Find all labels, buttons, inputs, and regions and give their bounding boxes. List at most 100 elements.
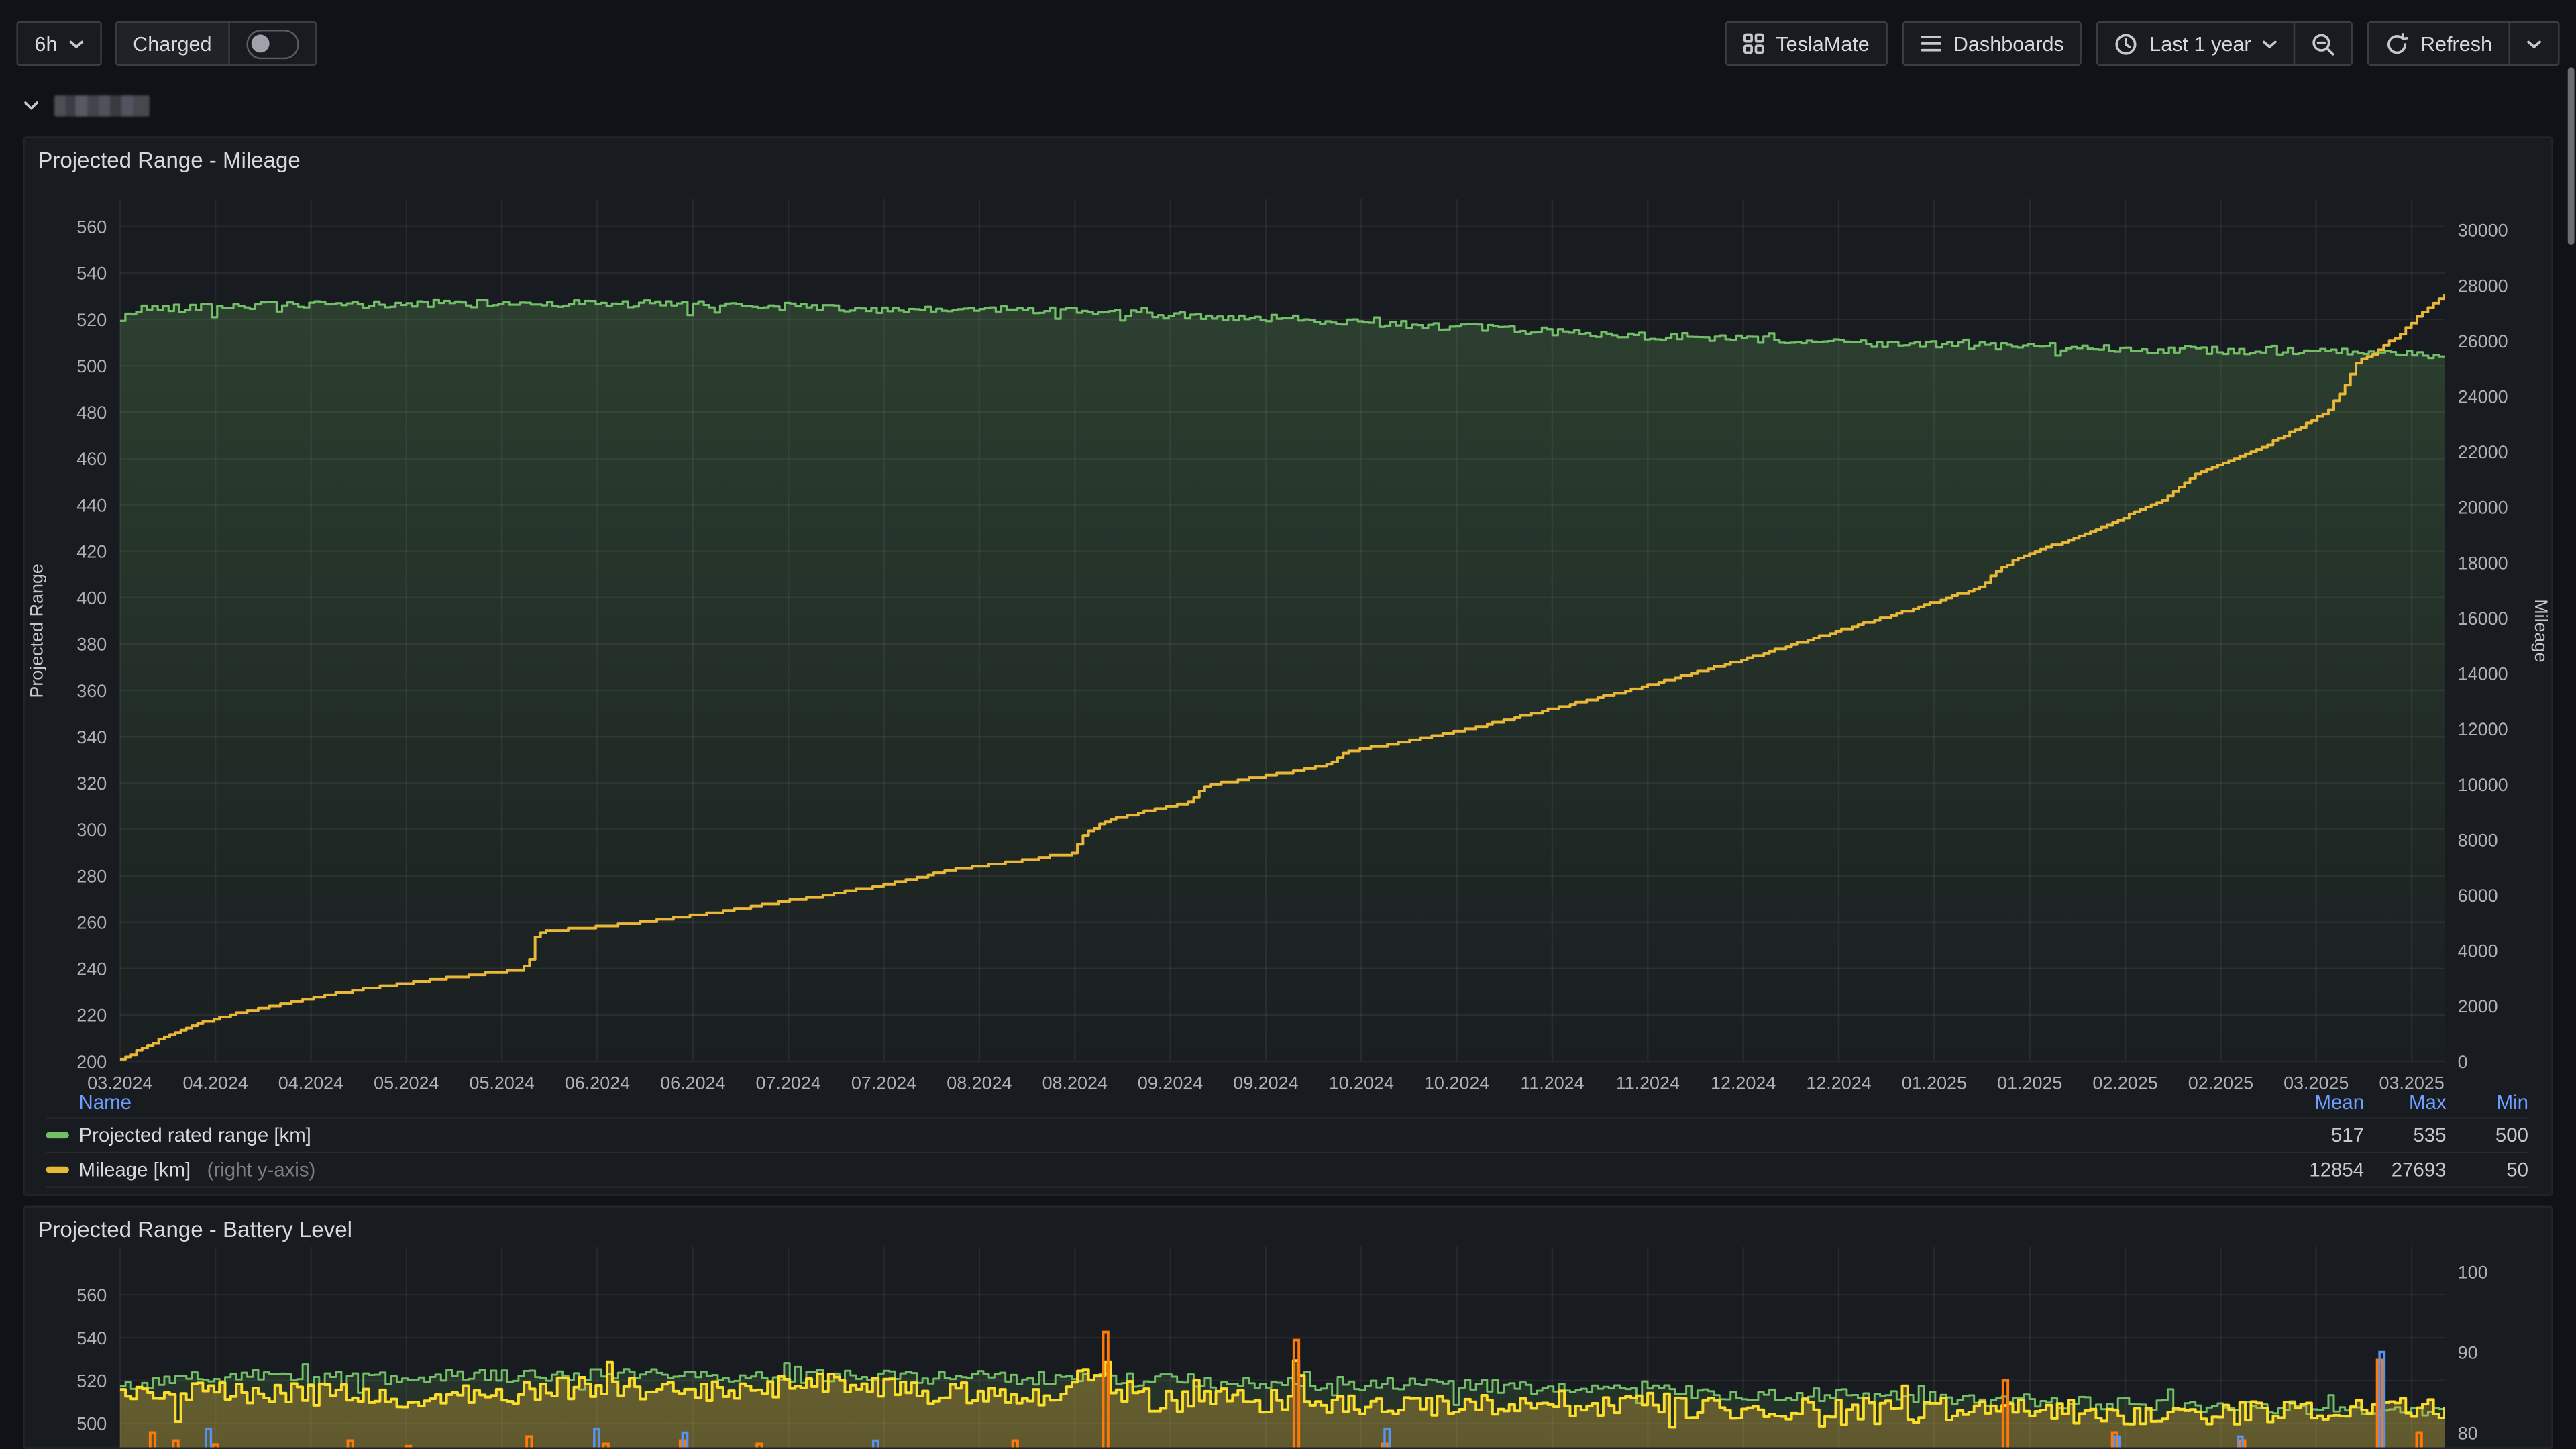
series-max-value: 27693 bbox=[2364, 1159, 2446, 1181]
axis-tick-label: 300 bbox=[76, 820, 107, 840]
mileage-chart-canvas[interactable]: 560 540 520 500 480 460 440 420 400 380 360 340 320 3… bbox=[25, 138, 2553, 1091]
left-axis-title: Projected Range bbox=[27, 564, 47, 698]
legend-header-min[interactable]: Min bbox=[2447, 1091, 2528, 1114]
dashboards-button[interactable]: Dashboards bbox=[1902, 21, 2082, 66]
charged-toggle[interactable] bbox=[228, 23, 315, 64]
interval-dropdown[interactable]: 6h bbox=[16, 21, 101, 66]
chevron-down-icon bbox=[2263, 39, 2277, 49]
list-icon bbox=[1921, 34, 1942, 52]
axis-tick-label: 12000 bbox=[2458, 719, 2508, 739]
axis-tick-label: 22000 bbox=[2458, 442, 2508, 462]
axis-tick-label: 8000 bbox=[2458, 830, 2498, 850]
axis-tick-label: 400 bbox=[76, 588, 107, 608]
axis-tick-label: 100 bbox=[2458, 1262, 2488, 1282]
page-scrollbar-thumb[interactable] bbox=[2568, 67, 2575, 244]
legend-row: Projected rated range [km] 517535500 bbox=[46, 1119, 2528, 1153]
refresh-controls: Refresh bbox=[2368, 21, 2560, 66]
right-axis-title: Mileage bbox=[2531, 599, 2551, 662]
legend-row: Mileage [km] (right y-axis) 128542769350 bbox=[46, 1153, 2528, 1187]
interval-value: 6h bbox=[34, 32, 57, 55]
dashboards-label: Dashboards bbox=[1953, 32, 2064, 55]
axis-tick-label: 440 bbox=[76, 495, 107, 515]
axis-tick-label: 90 bbox=[2458, 1342, 2478, 1362]
time-range-label: Last 1 year bbox=[2149, 32, 2251, 55]
legend-header-name[interactable]: Name bbox=[46, 1091, 2282, 1114]
axis-tick-label: 560 bbox=[76, 1285, 107, 1305]
series-name-suffix: (right y-axis) bbox=[207, 1159, 316, 1181]
battery-chart-canvas[interactable]: 560 540 520 500 100 90 80 bbox=[25, 1208, 2553, 1449]
axis-tick-label: 480 bbox=[76, 402, 107, 423]
axis-tick-label: 540 bbox=[76, 264, 107, 284]
apps-grid-icon bbox=[1743, 33, 1764, 54]
axis-tick-label: 26000 bbox=[2458, 331, 2508, 352]
refresh-icon bbox=[2385, 32, 2408, 55]
axis-tick-label: 320 bbox=[76, 773, 107, 794]
charged-switch-group: Charged bbox=[115, 21, 317, 66]
axis-tick-label: 14000 bbox=[2458, 664, 2508, 684]
charged-label: Charged bbox=[117, 23, 228, 64]
series-mean-value: 12854 bbox=[2282, 1159, 2364, 1181]
axis-tick-label: 520 bbox=[76, 310, 107, 330]
row-title-redacted[interactable] bbox=[54, 95, 150, 116]
axis-tick-label: 360 bbox=[76, 681, 107, 701]
axis-tick-label: 0 bbox=[2458, 1052, 2468, 1072]
axis-tick-label: 20000 bbox=[2458, 498, 2508, 518]
series-min-value: 50 bbox=[2447, 1159, 2528, 1181]
axis-tick-label: 30000 bbox=[2458, 221, 2508, 241]
axis-tick-label: 200 bbox=[76, 1052, 107, 1072]
refresh-button[interactable]: Refresh bbox=[2369, 23, 2509, 64]
row-collapse-chevron-icon bbox=[23, 99, 39, 111]
refresh-label: Refresh bbox=[2420, 32, 2492, 55]
axis-tick-label: 2000 bbox=[2458, 996, 2498, 1016]
refresh-interval-dropdown[interactable] bbox=[2509, 23, 2558, 64]
axis-tick-label: 540 bbox=[76, 1328, 107, 1348]
axis-tick-label: 28000 bbox=[2458, 276, 2508, 296]
chevron-down-icon bbox=[2527, 39, 2542, 49]
series-color-swatch bbox=[46, 1167, 69, 1173]
axis-tick-label: 280 bbox=[76, 866, 107, 886]
axis-tick-label: 80 bbox=[2458, 1423, 2478, 1443]
axis-tick-label: 4000 bbox=[2458, 941, 2498, 961]
axis-tick-label: 500 bbox=[76, 356, 107, 376]
axis-tick-label: 10000 bbox=[2458, 775, 2508, 795]
legend-header-row: NameMeanMaxMin bbox=[46, 1087, 2528, 1119]
series-min-value: 500 bbox=[2447, 1124, 2528, 1146]
toggle-track[interactable] bbox=[246, 29, 299, 58]
toggle-knob bbox=[251, 34, 269, 52]
axis-tick-label: 260 bbox=[76, 912, 107, 932]
teslamate-button[interactable]: TeslaMate bbox=[1725, 21, 1887, 66]
teslamate-label: TeslaMate bbox=[1776, 32, 1870, 55]
chevron-down-icon bbox=[69, 39, 84, 49]
axis-tick-label: 220 bbox=[76, 1006, 107, 1026]
axis-tick-label: 18000 bbox=[2458, 553, 2508, 573]
series-mean-value: 517 bbox=[2282, 1124, 2364, 1146]
axis-tick-label: 380 bbox=[76, 635, 107, 655]
panel-projected-range-battery: Projected Range - Battery Level 56054052… bbox=[23, 1206, 2553, 1449]
axis-tick-label: 6000 bbox=[2458, 885, 2498, 906]
time-range-picker[interactable]: Last 1 year bbox=[2098, 23, 2294, 64]
axis-tick-label: 24000 bbox=[2458, 387, 2508, 407]
dashboard-page: 6h Charged TeslaMate Dashboards bbox=[0, 0, 2576, 1449]
series-name[interactable]: Mileage [km] bbox=[79, 1159, 191, 1181]
series-color-swatch bbox=[46, 1132, 69, 1138]
axis-tick-label: 340 bbox=[76, 727, 107, 747]
series-name[interactable]: Projected rated range [km] bbox=[79, 1124, 311, 1146]
axis-tick-label: 460 bbox=[76, 449, 107, 469]
axis-tick-label: 500 bbox=[76, 1414, 107, 1434]
axis-tick-label: 240 bbox=[76, 959, 107, 979]
axis-tick-label: 420 bbox=[76, 541, 107, 561]
legend-header-max[interactable]: Max bbox=[2364, 1091, 2446, 1114]
axis-tick-label: 560 bbox=[76, 217, 107, 237]
panel-projected-range-mileage: Projected Range - Mileage 56054052050048… bbox=[23, 136, 2553, 1196]
dashboard-toolbar: 6h Charged TeslaMate Dashboards bbox=[16, 21, 2559, 66]
magnifier-minus-icon bbox=[2312, 32, 2334, 55]
axis-tick-label: 520 bbox=[76, 1371, 107, 1391]
dashboard-row-header[interactable] bbox=[23, 92, 150, 118]
zoom-out-button[interactable] bbox=[2294, 23, 2351, 64]
legend-header-mean[interactable]: Mean bbox=[2282, 1091, 2364, 1114]
clock-icon bbox=[2115, 32, 2138, 55]
legend-table: NameMeanMaxMinProjected rated range [km]… bbox=[25, 1087, 2552, 1187]
time-controls: Last 1 year bbox=[2097, 21, 2353, 66]
axis-tick-label: 16000 bbox=[2458, 608, 2508, 629]
series-max-value: 535 bbox=[2364, 1124, 2446, 1146]
